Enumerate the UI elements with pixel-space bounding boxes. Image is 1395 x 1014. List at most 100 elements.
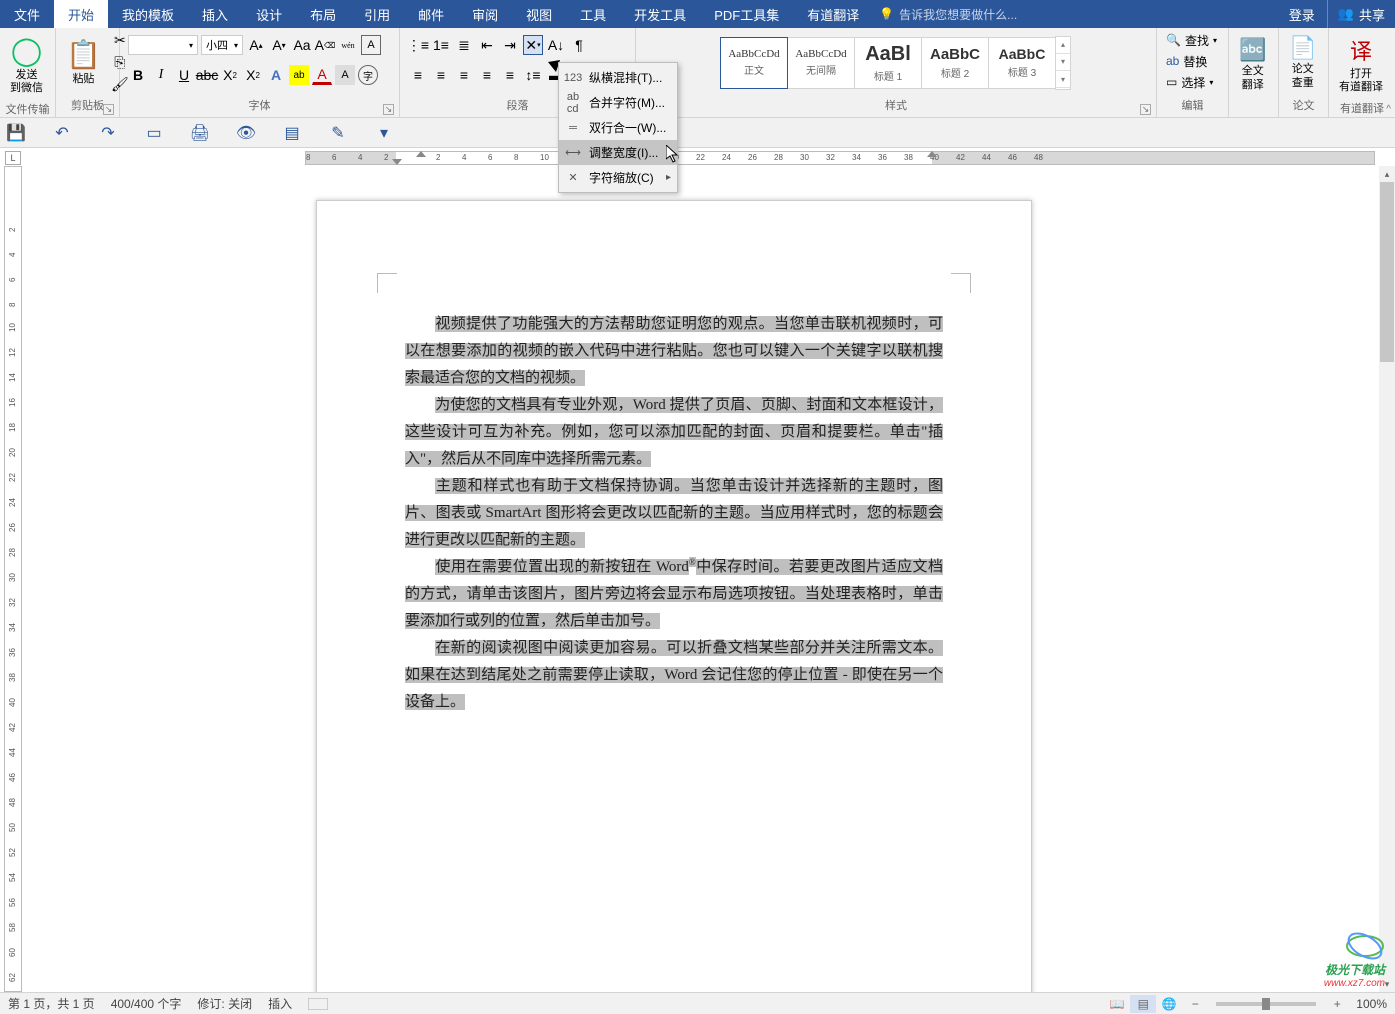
align-right-button[interactable]: ≡ — [454, 65, 474, 85]
collapse-ribbon-button[interactable]: ^ — [1386, 104, 1391, 115]
send-to-wechat-button[interactable]: ◯ 发送 到微信 — [4, 30, 49, 99]
style-heading2[interactable]: AaBbC标题 2 — [921, 37, 989, 89]
numbering-button[interactable]: 1≡ — [431, 35, 451, 55]
sort-button[interactable]: A↓ — [546, 35, 566, 55]
tab-references[interactable]: 引用 — [350, 0, 404, 28]
horizontal-ruler[interactable]: 8642246810121416182022242628303234363840… — [305, 151, 1375, 165]
menu-two-lines-in-one[interactable]: ═双行合一(W)... — [559, 115, 677, 140]
style-no-spacing[interactable]: AaBbCcDd无间隔 — [787, 37, 855, 89]
asian-layout-button[interactable]: ✕▾ — [523, 35, 543, 55]
style-heading1[interactable]: AaBl标题 1 — [854, 37, 922, 89]
menu-combine-characters[interactable]: abcd合并字符(M)... — [559, 90, 677, 115]
scroll-up-button[interactable]: ▴ — [1379, 166, 1395, 182]
tab-design[interactable]: 设计 — [242, 0, 296, 28]
font-name-combo[interactable]: ▾ — [128, 35, 198, 55]
style-heading3[interactable]: AaBbC标题 3 — [988, 37, 1056, 89]
tab-home[interactable]: 开始 — [54, 0, 108, 28]
tab-mytemplate[interactable]: 我的模板 — [108, 0, 188, 28]
open-youdao-button[interactable]: 译打开 有道翻译 — [1333, 30, 1389, 98]
multilevel-list-button[interactable]: ≣ — [454, 35, 474, 55]
distribute-button[interactable]: ≡ — [500, 65, 520, 85]
menu-horizontal-in-vertical[interactable]: 123纵横混排(T)... — [559, 65, 677, 90]
tab-layout[interactable]: 布局 — [296, 0, 350, 28]
qat-btn8[interactable]: ✎ — [328, 123, 348, 143]
zoom-slider[interactable] — [1216, 1002, 1316, 1006]
status-page[interactable]: 第 1 页，共 1 页 — [8, 995, 95, 1012]
justify-button[interactable]: ≡ — [477, 65, 497, 85]
shrink-font-button[interactable]: A▾ — [269, 35, 289, 55]
align-center-button[interactable]: ≡ — [431, 65, 451, 85]
italic-button[interactable]: I — [151, 65, 171, 85]
status-insert-mode[interactable]: 插入 — [268, 995, 292, 1012]
bullets-button[interactable]: ⋮≡ — [408, 35, 428, 55]
grow-font-button[interactable]: A▴ — [246, 35, 266, 55]
scrollbar-thumb[interactable] — [1380, 182, 1394, 362]
status-extra[interactable] — [308, 998, 328, 1010]
full-translate-button[interactable]: 🔤全文 翻译 — [1233, 33, 1272, 95]
styles-dialog-launcher[interactable]: ↘ — [1140, 104, 1151, 115]
style-gallery[interactable]: AaBbCcDd正文 AaBbCcDd无间隔 AaBl标题 1 AaBbC标题 … — [721, 36, 1071, 90]
font-size-combo[interactable]: 小四▾ — [201, 35, 243, 55]
tab-pdftools[interactable]: PDF工具集 — [700, 0, 793, 28]
tab-youdao[interactable]: 有道翻译 — [793, 0, 873, 28]
clipboard-dialog-launcher[interactable]: ↘ — [103, 104, 114, 115]
qat-save-button[interactable]: 💾 — [6, 123, 26, 143]
decrease-indent-button[interactable]: ⇤ — [477, 35, 497, 55]
tell-me-search[interactable]: 💡告诉我您想要做什么... — [879, 0, 1017, 28]
replace-button[interactable]: ab替换 — [1163, 51, 1222, 71]
change-case-button[interactable]: Aa — [292, 35, 312, 55]
tab-file[interactable]: 文件 — [0, 0, 54, 28]
highlight-button[interactable]: ab — [289, 65, 309, 85]
style-gallery-more[interactable]: ▴▾▾ — [1055, 36, 1071, 90]
thesis-check-button[interactable]: 📄论文 查重 — [1283, 31, 1322, 93]
font-dialog-launcher[interactable]: ↘ — [383, 104, 394, 115]
clear-formatting-button[interactable]: A⌫ — [315, 35, 335, 55]
qat-redo-button[interactable]: ↷ — [98, 123, 118, 143]
qat-btn5[interactable]: 🖨 — [190, 123, 210, 143]
first-line-indent-marker[interactable] — [416, 151, 426, 157]
paste-button[interactable]: 📋 粘贴 — [60, 34, 107, 90]
bold-button[interactable]: B — [128, 65, 148, 85]
vertical-ruler[interactable]: 2468101214161820222426283032343638404244… — [4, 166, 22, 992]
menu-fit-text[interactable]: ⟷调整宽度(I)... — [559, 140, 677, 165]
align-left-button[interactable]: ≡ — [408, 65, 428, 85]
login-button[interactable]: 登录 — [1277, 0, 1327, 28]
enclose-characters-button[interactable]: 字 — [358, 65, 378, 85]
zoom-slider-thumb[interactable] — [1262, 998, 1270, 1010]
qat-customize[interactable]: ▾ — [374, 123, 394, 143]
zoom-out-button[interactable]: − — [1182, 995, 1208, 1013]
hanging-indent-marker[interactable] — [392, 159, 402, 165]
zoom-percentage[interactable]: 100% — [1356, 997, 1387, 1011]
right-indent-marker[interactable] — [927, 151, 937, 157]
menu-character-scaling[interactable]: ✕字符缩放(C)▸ — [559, 165, 677, 190]
strikethrough-button[interactable]: abc — [197, 65, 217, 85]
status-track-changes[interactable]: 修订: 关闭 — [197, 995, 252, 1012]
qat-btn6[interactable]: 👁 — [236, 123, 256, 143]
view-web-layout[interactable]: 🌐 — [1156, 995, 1182, 1013]
zoom-in-button[interactable]: + — [1324, 995, 1350, 1013]
superscript-button[interactable]: X2 — [243, 65, 263, 85]
status-word-count[interactable]: 400/400 个字 — [111, 995, 182, 1012]
share-button[interactable]: 👥共享 — [1327, 0, 1395, 28]
character-shading-button[interactable]: A — [335, 65, 355, 85]
font-color-button[interactable]: A — [312, 65, 332, 85]
tab-selector[interactable]: L — [5, 151, 21, 165]
increase-indent-button[interactable]: ⇥ — [500, 35, 520, 55]
line-spacing-button[interactable]: ↕≡ — [523, 65, 543, 85]
view-print-layout[interactable]: ▤ — [1130, 995, 1156, 1013]
view-read-mode[interactable]: 📖 — [1104, 995, 1130, 1013]
tab-view[interactable]: 视图 — [512, 0, 566, 28]
tab-developer[interactable]: 开发工具 — [620, 0, 700, 28]
tab-tools[interactable]: 工具 — [566, 0, 620, 28]
text-effects-button[interactable]: A — [266, 65, 286, 85]
qat-btn4[interactable]: ▭ — [144, 123, 164, 143]
style-normal[interactable]: AaBbCcDd正文 — [720, 37, 788, 89]
show-marks-button[interactable]: ¶ — [569, 35, 589, 55]
vertical-scrollbar[interactable]: ▴ ▾ — [1379, 166, 1395, 992]
qat-undo-button[interactable]: ↶ — [52, 123, 72, 143]
subscript-button[interactable]: X2 — [220, 65, 240, 85]
select-button[interactable]: ▭选择▾ — [1163, 72, 1222, 92]
document-content[interactable]: 视频提供了功能强大的方法帮助您证明您的观点。当您单击联机视频时，可以在想要添加的… — [405, 311, 943, 716]
character-border-button[interactable]: A — [361, 35, 381, 55]
underline-button[interactable]: U — [174, 65, 194, 85]
